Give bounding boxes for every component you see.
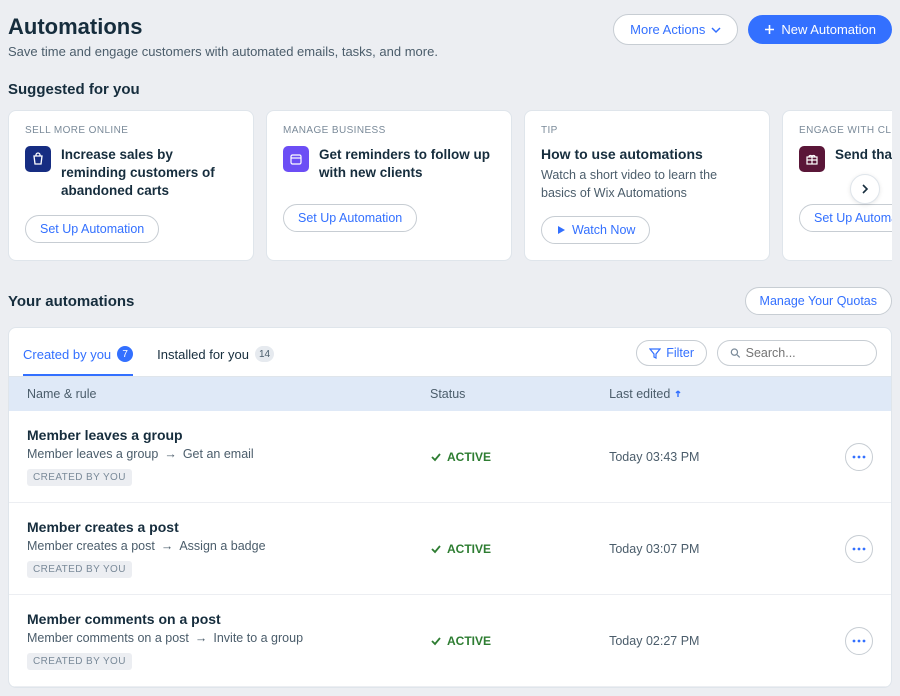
tab-created-by-you[interactable]: Created by you 7 <box>23 338 133 376</box>
watch-now-button[interactable]: Watch Now <box>541 216 650 244</box>
setup-automation-button[interactable]: Set Up Automation <box>25 215 159 243</box>
filter-icon <box>649 347 661 359</box>
row-status: ACTIVE <box>430 450 609 464</box>
rule-action: Invite to a group <box>213 631 303 645</box>
check-icon <box>430 543 442 555</box>
table-header: Name & rule Status Last edited <box>9 377 891 411</box>
col-edited-label: Last edited <box>609 387 670 401</box>
table-row[interactable]: Member creates a post Member creates a p… <box>9 503 891 595</box>
setup-automation-button[interactable]: Set Up Automation <box>799 204 892 232</box>
tabs: Created by you 7 Installed for you 14 <box>23 338 274 376</box>
created-by-tag: CREATED BY YOU <box>27 653 132 670</box>
more-horizontal-icon <box>852 547 866 551</box>
card-action-label: Set Up Automation <box>40 222 144 236</box>
arrow-right-icon: → <box>161 539 174 553</box>
page-subtitle: Save time and engage customers with auto… <box>8 44 438 59</box>
status-label: ACTIVE <box>447 634 491 648</box>
play-icon <box>556 225 566 235</box>
col-last-edited[interactable]: Last edited <box>609 387 833 401</box>
more-horizontal-icon <box>852 639 866 643</box>
automations-panel: Created by you 7 Installed for you 14 Fi… <box>8 327 892 688</box>
row-title: Member comments on a post <box>27 611 430 627</box>
row-edited: Today 03:07 PM <box>609 542 833 556</box>
sort-asc-icon <box>674 390 682 398</box>
tab-count-badge: 7 <box>117 346 133 362</box>
search-input[interactable] <box>746 346 864 360</box>
more-horizontal-icon <box>852 455 866 459</box>
card-title: Send thank who su <box>835 146 892 164</box>
row-more-button[interactable] <box>845 443 873 471</box>
gift-icon <box>799 146 825 172</box>
rule-action: Get an email <box>183 447 254 461</box>
chevron-right-icon <box>859 183 871 195</box>
check-icon <box>430 635 442 647</box>
suggested-title: Suggested for you <box>8 81 892 98</box>
arrow-right-icon: → <box>164 447 177 461</box>
created-by-tag: CREATED BY YOU <box>27 561 132 578</box>
row-edited: Today 02:27 PM <box>609 634 833 648</box>
suggestion-card-tip: TIP How to use automations Watch a short… <box>524 110 770 261</box>
filter-button[interactable]: Filter <box>636 340 707 366</box>
card-description: Watch a short video to learn the basics … <box>541 167 753 202</box>
tab-label: Created by you <box>23 347 111 362</box>
status-label: ACTIVE <box>447 450 491 464</box>
filter-label: Filter <box>666 346 694 360</box>
tab-count-badge: 14 <box>255 346 274 362</box>
new-automation-button[interactable]: New Automation <box>748 15 892 44</box>
card-title: Increase sales by reminding customers of… <box>61 146 237 201</box>
tab-label: Installed for you <box>157 347 249 362</box>
manage-quotas-label: Manage Your Quotas <box>760 294 877 308</box>
card-title: How to use automations <box>541 146 753 162</box>
setup-automation-button[interactable]: Set Up Automation <box>283 204 417 232</box>
shopping-bag-icon <box>25 146 51 172</box>
row-rule: Member creates a post → Assign a badge <box>27 539 430 553</box>
scroll-right-button[interactable] <box>850 174 880 204</box>
row-rule: Member leaves a group → Get an email <box>27 447 430 461</box>
col-status: Status <box>430 387 609 401</box>
new-automation-label: New Automation <box>781 22 876 37</box>
row-more-button[interactable] <box>845 535 873 563</box>
rule-trigger: Member creates a post <box>27 539 155 553</box>
row-status: ACTIVE <box>430 542 609 556</box>
card-category: TIP <box>541 125 753 136</box>
row-more-button[interactable] <box>845 627 873 655</box>
tab-installed-for-you[interactable]: Installed for you 14 <box>157 338 274 376</box>
card-category: ENGAGE WITH CLIENTS <box>799 125 892 136</box>
status-label: ACTIVE <box>447 542 491 556</box>
suggestion-card: MANAGE BUSINESS Get reminders to follow … <box>266 110 512 261</box>
rule-action: Assign a badge <box>179 539 265 553</box>
page-title: Automations <box>8 14 438 40</box>
chevron-down-icon <box>711 25 721 35</box>
search-icon <box>730 347 741 359</box>
more-actions-button[interactable]: More Actions <box>613 14 738 45</box>
row-title: Member leaves a group <box>27 427 430 443</box>
col-name: Name & rule <box>27 387 430 401</box>
your-automations-title: Your automations <box>8 293 134 310</box>
search-box[interactable] <box>717 340 877 366</box>
card-action-label: Set Up Automation <box>814 211 892 225</box>
manage-quotas-button[interactable]: Manage Your Quotas <box>745 287 892 315</box>
created-by-tag: CREATED BY YOU <box>27 469 132 486</box>
rule-trigger: Member comments on a post <box>27 631 189 645</box>
plus-icon <box>764 24 775 35</box>
card-action-label: Set Up Automation <box>298 211 402 225</box>
row-status: ACTIVE <box>430 634 609 648</box>
suggested-cards: SELL MORE ONLINE Increase sales by remin… <box>8 110 892 261</box>
card-title: Get reminders to follow up with new clie… <box>319 146 495 182</box>
row-title: Member creates a post <box>27 519 430 535</box>
calendar-icon <box>283 146 309 172</box>
table-row[interactable]: Member comments on a post Member comment… <box>9 595 891 687</box>
more-actions-label: More Actions <box>630 22 705 37</box>
row-rule: Member comments on a post → Invite to a … <box>27 631 430 645</box>
card-category: SELL MORE ONLINE <box>25 125 237 136</box>
table-row[interactable]: Member leaves a group Member leaves a gr… <box>9 411 891 503</box>
card-action-label: Watch Now <box>572 223 635 237</box>
card-category: MANAGE BUSINESS <box>283 125 495 136</box>
row-edited: Today 03:43 PM <box>609 450 833 464</box>
arrow-right-icon: → <box>195 631 208 645</box>
suggestion-card: SELL MORE ONLINE Increase sales by remin… <box>8 110 254 261</box>
rule-trigger: Member leaves a group <box>27 447 158 461</box>
page-header: Automations Save time and engage custome… <box>8 8 892 67</box>
check-icon <box>430 451 442 463</box>
